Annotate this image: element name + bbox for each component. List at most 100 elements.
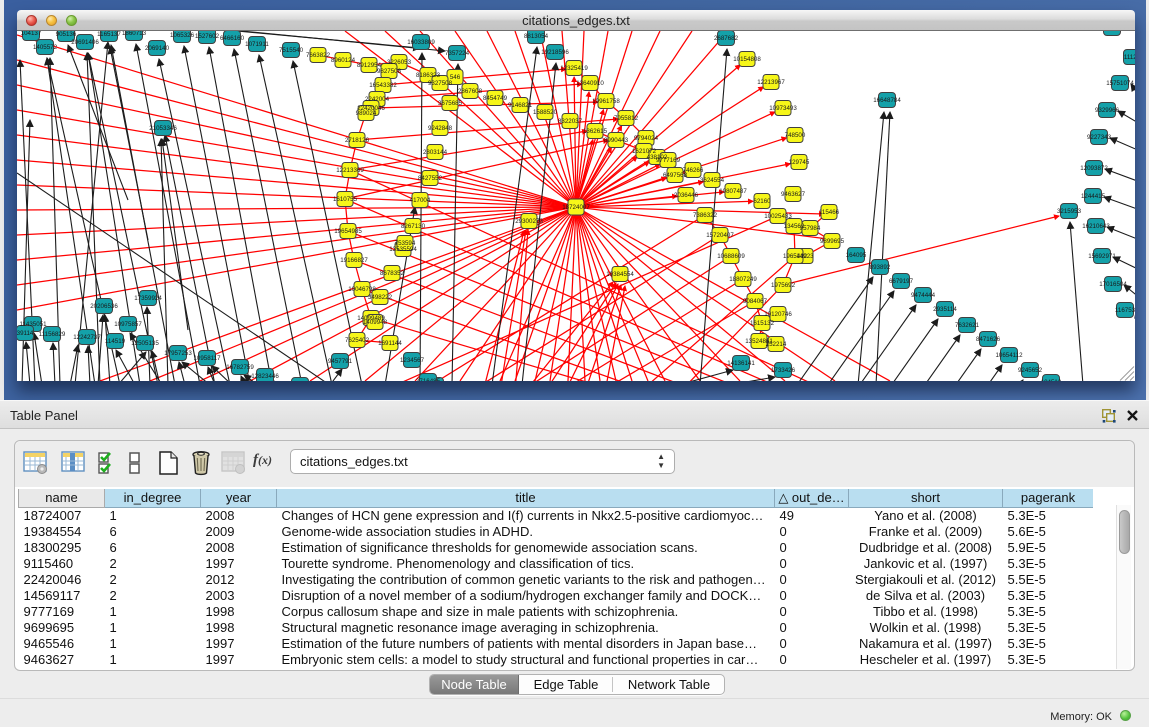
- svg-text:19166827: 19166827: [340, 257, 368, 264]
- svg-text:14136141: 14136141: [727, 360, 755, 367]
- svg-text:1362615: 1362615: [583, 128, 608, 135]
- svg-text:9463627: 9463627: [781, 191, 806, 198]
- svg-text:3716485: 3716485: [416, 378, 441, 381]
- svg-text:10961758: 10961758: [592, 98, 620, 105]
- svg-text:8427552: 8427552: [418, 175, 443, 182]
- svg-text:18807249: 18807249: [729, 276, 757, 283]
- svg-text:9242848: 9242848: [428, 125, 453, 132]
- svg-text:16543382: 16543382: [369, 82, 397, 89]
- svg-text:8454749: 8454749: [483, 95, 508, 102]
- svg-text:9457791: 9457791: [328, 358, 353, 365]
- svg-text:10807487: 10807487: [719, 188, 747, 195]
- svg-text:3226053: 3226053: [387, 59, 412, 66]
- svg-text:134562: 134562: [784, 223, 805, 230]
- svg-text:7386322: 7386322: [693, 212, 718, 219]
- svg-text:6466160: 6466160: [220, 35, 245, 42]
- svg-text:62160: 62160: [753, 198, 771, 205]
- svg-text:3624554: 3624554: [700, 177, 725, 184]
- svg-text:252214: 252214: [766, 341, 787, 348]
- svg-text:20691406: 20691406: [71, 39, 99, 46]
- svg-text:1588520: 1588520: [533, 109, 558, 116]
- svg-text:10154808: 10154808: [733, 56, 761, 63]
- svg-text:10025433: 10025433: [764, 213, 792, 220]
- svg-text:6497568: 6497568: [663, 172, 688, 179]
- svg-text:129745: 129745: [789, 159, 810, 166]
- svg-text:8471626: 8471626: [976, 336, 1001, 343]
- svg-text:9329966: 9329966: [1095, 107, 1120, 114]
- svg-text:16033809: 16033809: [407, 39, 435, 46]
- svg-text:1165137: 1165137: [97, 31, 121, 38]
- svg-text:12213369: 12213369: [336, 167, 364, 174]
- svg-text:905136: 905136: [56, 31, 77, 38]
- svg-text:17957253: 17957253: [164, 350, 192, 357]
- svg-text:1691144: 1691144: [378, 340, 402, 347]
- svg-text:114519: 114519: [105, 338, 126, 345]
- svg-text:17359924: 17359924: [134, 295, 162, 302]
- svg-text:3498222: 3498222: [368, 294, 393, 301]
- svg-text:7357224: 7357224: [445, 50, 470, 57]
- svg-text:9084067: 9084067: [743, 298, 768, 305]
- svg-text:9146821: 9146821: [508, 102, 533, 109]
- svg-text:164095: 164095: [846, 252, 867, 259]
- svg-text:19654985: 19654985: [334, 228, 362, 235]
- svg-text:1615132: 1615132: [750, 320, 775, 327]
- svg-text:16648784: 16648784: [873, 97, 901, 104]
- svg-text:2036446: 2036446: [674, 192, 699, 199]
- svg-text:7663822: 7663822: [306, 52, 331, 59]
- svg-text:1409948: 1409948: [363, 319, 388, 326]
- svg-text:10120746: 10120746: [764, 311, 792, 318]
- svg-text:1965412: 1965412: [783, 253, 808, 260]
- svg-text:104513: 104513: [1041, 379, 1062, 381]
- svg-text:2867608: 2867608: [458, 88, 483, 95]
- svg-text:11435051: 11435051: [19, 321, 47, 328]
- svg-text:12242737: 12242737: [73, 334, 101, 341]
- svg-text:8267130: 8267130: [401, 223, 426, 230]
- svg-text:104137: 104137: [21, 31, 42, 37]
- svg-text:11121: 11121: [1124, 54, 1135, 61]
- svg-text:9827508: 9827508: [377, 68, 402, 75]
- svg-text:9245652: 9245652: [1018, 367, 1043, 374]
- svg-text:1244415: 1244415: [1081, 193, 1106, 200]
- svg-text:8960124: 8960124: [331, 57, 356, 64]
- svg-text:16782759: 16782759: [226, 364, 254, 371]
- svg-text:9227343: 9227343: [1087, 134, 1112, 141]
- svg-text:16210643: 16210643: [1082, 223, 1110, 230]
- svg-text:2069140: 2069140: [145, 45, 170, 52]
- svg-text:989024: 989024: [356, 110, 377, 117]
- svg-text:10975857: 10975857: [114, 321, 142, 328]
- svg-text:18724007: 18724007: [562, 204, 590, 211]
- svg-text:8813054: 8813054: [524, 33, 549, 40]
- svg-text:10688609: 10688609: [717, 253, 745, 260]
- svg-text:7955812: 7955812: [614, 115, 639, 122]
- svg-text:15751074: 15751074: [1106, 80, 1134, 87]
- svg-text:19384554: 19384554: [606, 271, 634, 278]
- svg-text:1234567: 1234567: [400, 357, 425, 364]
- svg-text:13535594: 13535594: [389, 246, 417, 253]
- svg-text:12823446: 12823446: [251, 373, 279, 380]
- svg-text:15692971: 15692971: [1088, 253, 1116, 260]
- svg-text:8990443: 8990443: [604, 137, 629, 144]
- svg-text:2242004: 2242004: [365, 96, 390, 103]
- svg-text:12505135: 12505135: [131, 340, 159, 347]
- svg-text:19218596: 19218596: [541, 49, 569, 56]
- svg-text:15720407: 15720407: [706, 232, 734, 239]
- svg-text:13640910: 13640910: [576, 80, 604, 87]
- svg-text:417004: 417004: [410, 197, 431, 204]
- svg-text:7632621: 7632621: [955, 322, 980, 329]
- svg-text:1975692: 1975692: [771, 282, 796, 289]
- svg-text:29300273: 29300273: [515, 218, 543, 225]
- svg-text:10973493: 10973493: [769, 105, 797, 112]
- svg-text:9327508: 9327508: [428, 80, 453, 87]
- svg-text:9899695: 9899695: [820, 238, 845, 245]
- svg-text:6679197: 6679197: [889, 278, 914, 285]
- svg-text:2718126: 2718126: [345, 137, 370, 144]
- svg-text:7515540: 7515540: [279, 47, 304, 54]
- svg-text:9777169: 9777169: [656, 157, 681, 164]
- svg-text:2687682: 2687682: [714, 35, 739, 42]
- svg-text:86103: 86103: [1103, 31, 1121, 32]
- svg-text:893892: 893892: [870, 264, 891, 271]
- svg-text:116753: 116753: [1115, 307, 1135, 314]
- svg-text:1405572: 1405572: [33, 44, 58, 51]
- svg-text:2935114: 2935114: [933, 306, 957, 313]
- svg-text:12325419: 12325419: [560, 65, 588, 72]
